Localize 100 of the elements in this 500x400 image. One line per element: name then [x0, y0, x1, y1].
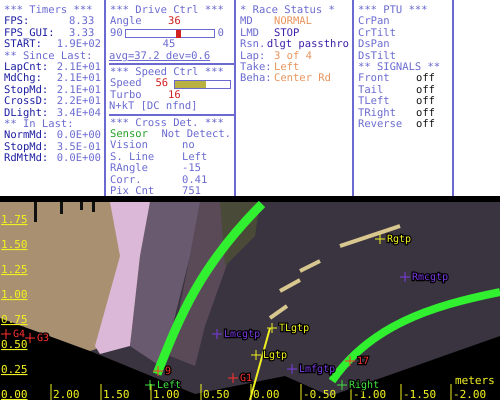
detect-label: S. Line [110, 152, 156, 163]
crosshair-marker [344, 356, 356, 366]
marker-label: Rmcgtp [412, 272, 448, 283]
signal-value: off [416, 96, 435, 108]
slider-mid-label: 45 [162, 38, 176, 50]
section-subtitle: ** Since Last: [4, 50, 94, 62]
signal-value: off [416, 119, 435, 130]
detect-value: -15 [182, 163, 201, 175]
y-axis-label: 0.75 [1, 313, 28, 326]
section-title: *** Timers *** [4, 5, 94, 16]
section-title: * Race Status * [240, 5, 336, 16]
signal-label: Reverse [358, 119, 404, 130]
marker-label: Rgtp [387, 234, 412, 245]
x-axis-label: -1.00 [353, 388, 386, 400]
crosshair-marker [286, 364, 298, 374]
signal-label: TLeft [358, 96, 391, 108]
timer-label: DLight: [4, 108, 50, 119]
y-axis-label: 1.25 [1, 263, 28, 276]
detect-value: 0.41 [182, 174, 208, 186]
timer-label: FPS: [4, 16, 30, 28]
crosshair-marker [144, 380, 156, 390]
detect-label: RAngle [110, 163, 149, 175]
marker-label: G1 [240, 373, 252, 384]
status-value: Center Rd [274, 73, 331, 85]
y-axis-label: 1.50 [1, 238, 28, 251]
crosshair-marker [336, 380, 348, 390]
timer-label: StopMd: [4, 142, 50, 153]
status-value: 3 of 4 [274, 50, 312, 62]
crosshair-marker [374, 234, 386, 244]
angle-value: 36 [168, 16, 181, 28]
timer-value: 2.1E+01 [56, 73, 101, 85]
speed-label: Speed [110, 78, 142, 90]
marker-label: 17 [357, 356, 370, 367]
crosshair-marker [228, 372, 238, 384]
ptu-item: DsPan [358, 39, 391, 51]
slider-end-label: 0 [218, 26, 224, 39]
timer-value: 2.1E+01 [56, 84, 101, 96]
x-axis-label: 2.00 [53, 388, 80, 400]
x-axis-label: 0.00 [253, 388, 280, 400]
crosshair-marker [400, 272, 410, 282]
marker-label: G4 [13, 329, 26, 340]
signal-label: Front [358, 73, 391, 85]
detect-label: Corr. [110, 174, 143, 186]
timer-label: RdMtMd: [4, 153, 50, 165]
timer-label: LapCnt: [4, 62, 50, 74]
marker-label: 9 [165, 366, 172, 377]
timer-label: StopMd: [4, 84, 50, 96]
x-axis-label: -1.50 [403, 388, 436, 400]
timer-label: CrossD: [4, 96, 50, 108]
crosshair-marker [212, 328, 222, 340]
y-axis-label: 0.00 [1, 388, 28, 400]
crosshair-marker [266, 322, 278, 334]
status-value: dlgt passthro [266, 39, 349, 51]
crosshair-marker [250, 350, 262, 360]
timer-label: NormMd: [4, 130, 50, 142]
status-value: STOP [274, 28, 300, 39]
x-axis-label: 1.50 [103, 388, 130, 400]
marker-label: Lmcgtp [224, 329, 260, 340]
timer-value: 3.33 [69, 28, 94, 39]
detect-label: Pix Cnt [110, 186, 156, 198]
signal-value: off [416, 84, 435, 96]
detect-value: Left [182, 152, 208, 163]
timer-value: 2.2E+01 [56, 96, 101, 108]
status-label: Lap: [240, 50, 266, 62]
status-label: LMD [240, 28, 260, 39]
detect-label: Sensor [110, 129, 149, 140]
signal-value: off [416, 73, 435, 85]
crosshair-marker [0, 328, 12, 340]
angle-label: Angle [110, 16, 143, 28]
detect-value: Not Detect. [161, 129, 231, 140]
section-title: ** SIGNALS ** [358, 62, 442, 74]
crosshair-marker [152, 366, 164, 376]
y-axis-label: 1.75 [1, 213, 28, 226]
timer-value: 3.4E+04 [56, 108, 101, 119]
slider-end-label: 90 [110, 26, 123, 39]
status-value: Left [274, 62, 300, 74]
y-axis-label: 1.00 [1, 288, 28, 301]
timer-value: 0.0E+00 [56, 153, 101, 165]
timer-value: 2.1E+01 [56, 62, 101, 74]
detect-label: Vision [110, 140, 149, 152]
section-title: *** PTU *** [358, 5, 429, 16]
status-value: NORMAL [274, 16, 312, 28]
speed-value: 56 [155, 78, 168, 90]
section-title: *** Cross Det. *** [110, 118, 225, 129]
status-label: Beha: [240, 73, 273, 85]
timer-label: START: [4, 39, 42, 51]
ptu-item: DsTilt [358, 50, 397, 62]
marker-label: Left [157, 380, 182, 391]
ptu-item: CrTilt [358, 28, 397, 39]
timer-label: FPS_GUI: [4, 28, 56, 39]
signal-label: TRight [358, 108, 396, 120]
y-axis-label: 0.25 [1, 363, 28, 376]
marker-label: Lmfgtp [299, 364, 336, 375]
timer-value: 3.5E-01 [56, 142, 101, 153]
timer-value: 1.9E+02 [56, 39, 101, 51]
marker-label: TLgtp [279, 323, 310, 334]
marker-label: Lgtp [263, 350, 288, 361]
x-axis-label: 0.50 [203, 388, 230, 400]
ptu-item: CrPan [358, 16, 391, 28]
section-subtitle: ** In Last: [4, 119, 74, 130]
